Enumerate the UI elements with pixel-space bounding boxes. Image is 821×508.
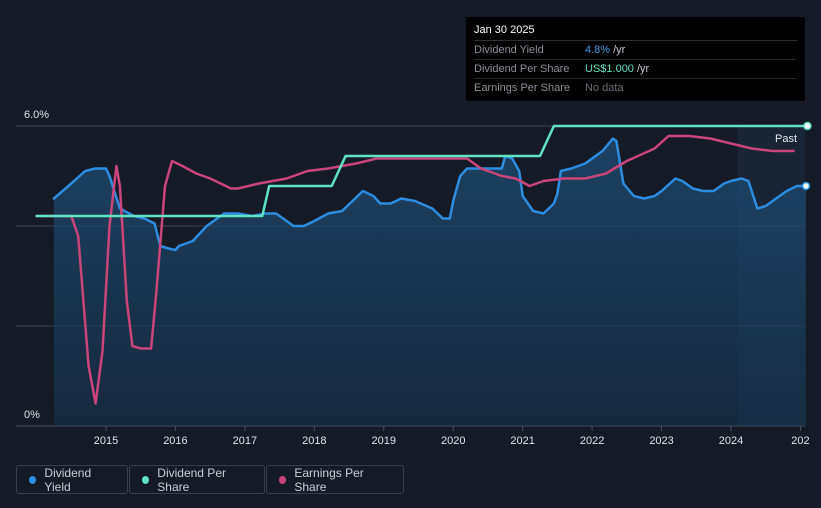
legend-dot-icon	[142, 475, 150, 484]
tooltip-unit: /yr	[613, 44, 626, 56]
x-tick-label: 2018	[302, 435, 326, 447]
tooltip-value: No data	[585, 82, 624, 94]
legend-dot-icon	[279, 475, 287, 484]
y-axis: 6.0% 0%	[24, 109, 49, 421]
x-tick-label: 2020	[441, 435, 465, 447]
tooltip-label: Dividend Yield	[474, 44, 544, 56]
tooltip-value: US$1.000	[585, 63, 634, 75]
tooltip-date: Jan 30 2025	[474, 21, 797, 41]
dividend-yield-end-marker	[801, 181, 811, 191]
tooltip-value: 4.8%	[585, 44, 611, 56]
x-tick-label: 2023	[649, 435, 673, 447]
x-tick-label: 202	[791, 435, 809, 447]
legend-item-earnings-per-share[interactable]: Earnings Per Share	[266, 465, 404, 494]
x-tick-label: 2016	[163, 435, 187, 447]
legend-item-dividend-per-share[interactable]: Dividend Per Share	[129, 465, 265, 494]
tooltip-unit: /yr	[636, 63, 650, 75]
tooltip-row-earnings-per-share: Earnings Per Share No data	[474, 79, 797, 97]
legend-label: Earnings Per Share	[294, 465, 364, 494]
legend-label: Dividend Per Share	[157, 465, 226, 494]
past-label: Past	[775, 133, 797, 145]
legend-dot-icon	[29, 475, 37, 484]
legend-item-dividend-yield[interactable]: Dividend Yield	[16, 465, 128, 494]
tooltip: Jan 30 2025 Dividend Yield 4.8% /yr Divi…	[466, 17, 805, 101]
tooltip-label: Dividend Per Share	[474, 63, 570, 75]
x-tick-label: 2015	[94, 435, 118, 447]
legend-label: Dividend Yield	[44, 465, 92, 494]
x-tick-label: 2022	[580, 435, 604, 447]
x-tick-label: 2017	[233, 435, 257, 447]
dividend-per-share-end-marker	[803, 121, 812, 131]
y-tick-label: 0%	[24, 409, 40, 421]
x-tick-label: 2021	[510, 435, 534, 447]
x-tick-label: 2019	[372, 435, 396, 447]
y-tick-label: 6.0%	[24, 109, 49, 121]
tooltip-label: Earnings Per Share	[474, 82, 570, 94]
x-tick-label: 2024	[719, 435, 743, 447]
tooltip-row-dividend-per-share: Dividend Per Share US$1.000 /yr	[474, 60, 797, 79]
tooltip-row-dividend-yield: Dividend Yield 4.8% /yr	[474, 41, 797, 60]
x-axis: 2015 2016 2017 2018 2019 2020 2021 2022 2023 2024…	[94, 426, 810, 447]
